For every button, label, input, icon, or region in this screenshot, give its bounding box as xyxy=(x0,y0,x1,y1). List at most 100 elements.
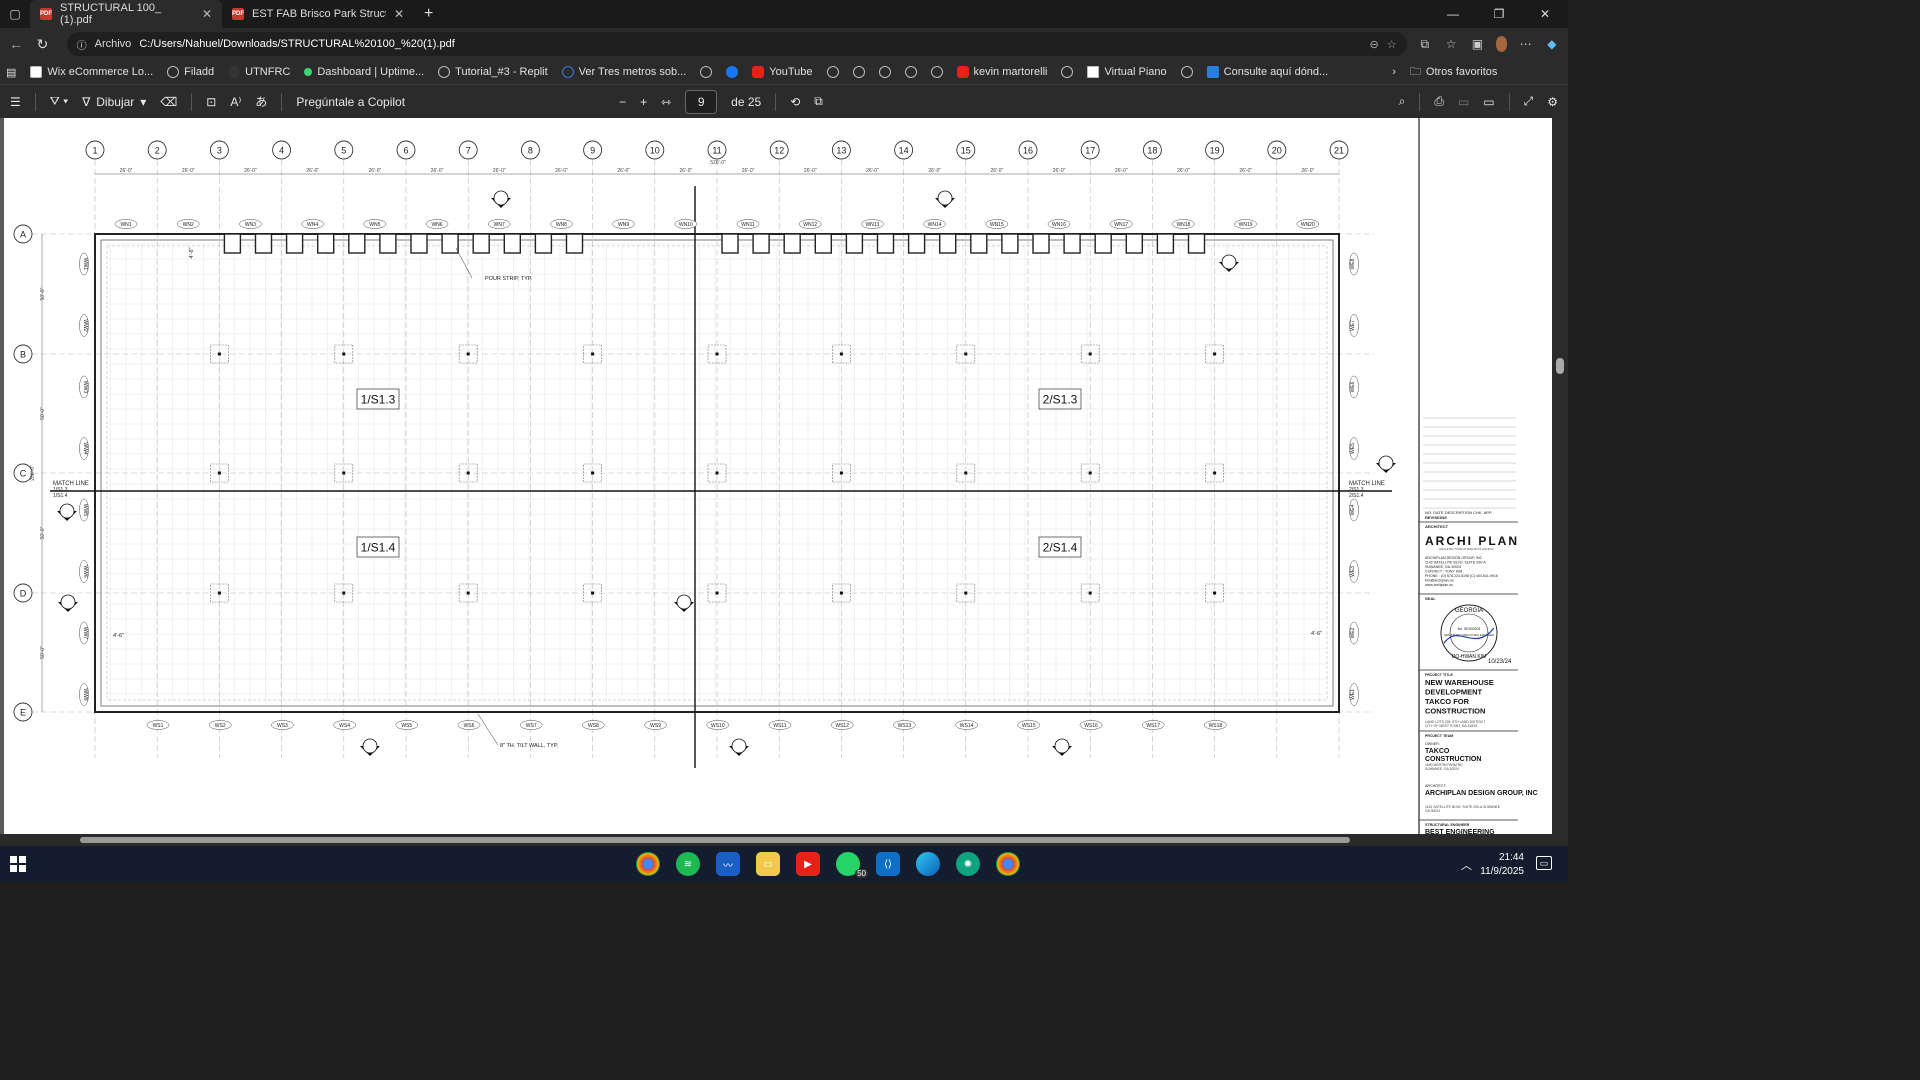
scroll-thumb[interactable] xyxy=(80,837,1350,843)
extensions-icon[interactable]: ⧉ xyxy=(1417,37,1433,52)
more-icon[interactable]: ⋯ xyxy=(1517,37,1533,51)
translate-icon[interactable]: あ xyxy=(255,93,267,110)
close-tab-icon[interactable]: ✕ xyxy=(394,7,404,21)
chatgpt-icon[interactable]: ✺ xyxy=(956,852,980,876)
chrome-profile-icon[interactable] xyxy=(996,852,1020,876)
settings-gear-icon[interactable]: ⚙ xyxy=(1547,95,1558,109)
wall-panel-label: WW8 xyxy=(82,688,88,700)
bookmark-globe[interactable] xyxy=(826,66,839,78)
wall-panel-label: WS18 xyxy=(1209,723,1223,729)
minimize-icon[interactable]: — xyxy=(1430,7,1476,21)
pdf-viewer[interactable]: 1 2 3 4 5 6 7 8 9 10 11 12 13 14 15 16 17 18 19 20 21 A B C D E 26… xyxy=(0,118,1552,834)
scroll-thumb[interactable] xyxy=(1556,358,1564,374)
print-icon[interactable]: ⎙ xyxy=(1434,94,1444,109)
tab-structural[interactable]: PDF STRUCTURAL 100_ (1).pdf ✕ xyxy=(30,0,222,28)
dimension-text: 50'-0" xyxy=(40,407,46,420)
refresh-icon[interactable]: ↻ xyxy=(34,36,50,53)
zoom-out-button[interactable]: − xyxy=(619,95,626,109)
url-field[interactable]: ⓘ Archivo C:/Users/Nahuel/Downloads/STRU… xyxy=(66,32,1407,56)
fit-page-icon[interactable]: ⇿ xyxy=(661,95,671,109)
wall-panel-label: WN15 xyxy=(990,222,1004,228)
copilot-button[interactable]: Pregúntale a Copilot xyxy=(296,95,405,109)
tab-est-fab[interactable]: PDF EST FAB Brisco Park Structurals.pd ✕ xyxy=(222,0,414,28)
maximize-icon[interactable]: ❐ xyxy=(1476,7,1522,21)
favorite-star-icon[interactable]: ☆ xyxy=(1387,38,1397,51)
eraser-icon[interactable]: ⌫ xyxy=(160,95,177,109)
zoom-in-button[interactable]: + xyxy=(640,95,647,109)
bookmark-replit[interactable]: Tutorial_#3 - Replit xyxy=(438,66,548,78)
read-aloud-icon[interactable]: A⁾ xyxy=(230,95,241,109)
column-label: 4 xyxy=(279,146,284,156)
column-label: 2 xyxy=(155,146,160,156)
file-explorer-icon[interactable]: ▭ xyxy=(756,852,780,876)
bookmark-youtube[interactable]: YouTube xyxy=(752,66,813,78)
favorites-icon[interactable]: ☆ xyxy=(1443,37,1459,51)
bookmark-consulte[interactable]: Consulte aquí dónd... xyxy=(1206,66,1328,78)
vscode-icon[interactable]: ⟨⟩ xyxy=(876,852,900,876)
tab-actions-icon[interactable]: ▢ xyxy=(0,7,30,21)
bookmark-tres-metros[interactable]: Ver Tres metros sob... xyxy=(561,66,686,78)
highlight-icon[interactable]: ⛛ ▾ xyxy=(50,94,68,109)
copilot-icon[interactable]: ◆ xyxy=(1544,37,1560,51)
youtube-icon[interactable]: ▶ xyxy=(796,852,820,876)
back-icon[interactable]: ← xyxy=(8,36,24,52)
bookmark-kevin[interactable]: kevin martorelli xyxy=(956,66,1047,78)
bookmark-uptime[interactable]: Dashboard | Uptime... xyxy=(304,66,424,78)
globe-icon xyxy=(930,66,943,78)
globe-icon xyxy=(700,66,713,78)
search-icon[interactable]: ⌕ xyxy=(1399,94,1406,109)
collections-icon[interactable]: ▣ xyxy=(1469,37,1485,51)
steel-column xyxy=(217,591,221,595)
seal-date: 10/23/24 xyxy=(1488,659,1512,665)
page-view-icon[interactable]: ⧉ xyxy=(814,94,823,109)
bookmark-globe[interactable] xyxy=(700,66,713,78)
dock-door xyxy=(379,233,397,254)
rotate-icon[interactable]: ⟲ xyxy=(790,95,800,109)
bookmark-globe[interactable] xyxy=(852,66,865,78)
chrome-icon[interactable] xyxy=(636,852,660,876)
chevron-right-icon[interactable]: › xyxy=(1392,66,1396,78)
new-tab-icon[interactable]: + xyxy=(414,5,443,23)
zoom-icon[interactable]: ⊖ xyxy=(1370,38,1379,51)
bookmark-virtual-piano[interactable]: Virtual Piano xyxy=(1087,66,1167,78)
bookmark-filadd[interactable]: Filadd xyxy=(167,66,214,78)
bookmark-globe[interactable] xyxy=(878,66,891,78)
chevron-up-icon[interactable]: ︿ xyxy=(1461,857,1472,873)
draw-button[interactable]: ∇ Dibujar ▾ xyxy=(82,95,146,109)
wall-panel-label: WS13 xyxy=(898,723,912,729)
whatsapp-icon[interactable]: 50 xyxy=(836,852,868,878)
fullscreen-icon[interactable]: ⤢ xyxy=(1524,94,1534,109)
save-icon[interactable]: ▭ xyxy=(1458,95,1469,109)
spotify-icon[interactable]: ≋ xyxy=(676,852,700,876)
page-number-input[interactable]: 9 xyxy=(685,89,718,114)
text-box-icon[interactable]: ⊡ xyxy=(206,95,216,109)
edge-icon[interactable] xyxy=(916,852,940,876)
contents-icon[interactable]: ☰ xyxy=(10,95,21,109)
close-tab-icon[interactable]: ✕ xyxy=(202,7,212,21)
avatar[interactable] xyxy=(1495,36,1508,52)
other-bookmarks[interactable]: 🗀 Otros favoritos xyxy=(1410,63,1498,82)
horizontal-scrollbar[interactable] xyxy=(0,834,1568,846)
bookmark-label: Filadd xyxy=(184,66,215,78)
dimension-text: 26'-0" xyxy=(1115,168,1128,174)
wall-panel-label: WE8 xyxy=(1350,258,1356,269)
clock[interactable]: 21:44 11/9/2025 xyxy=(1480,851,1524,879)
save-as-icon[interactable]: ▭ xyxy=(1483,95,1494,109)
bookmark-globe[interactable] xyxy=(904,66,917,78)
steel-column xyxy=(591,471,595,475)
dimension-text: 4'-6" xyxy=(113,633,124,639)
vertical-scrollbar[interactable] xyxy=(1552,118,1568,834)
video-icon xyxy=(561,66,574,78)
bookmark-utnfrc[interactable]: UTNFRC xyxy=(228,66,290,78)
sheet-reference-label: 1/S1.4 xyxy=(361,541,396,555)
bookmark-globe[interactable] xyxy=(1061,66,1074,78)
notifications-icon[interactable]: ▭ xyxy=(1536,856,1552,870)
close-window-icon[interactable]: ✕ xyxy=(1522,7,1568,21)
bookmark-facebook[interactable] xyxy=(726,66,739,78)
bookmark-globe[interactable] xyxy=(930,66,943,78)
whiteboard-icon[interactable]: 〰 xyxy=(716,852,740,876)
bookmark-globe[interactable] xyxy=(1180,66,1193,78)
windows-start-icon[interactable] xyxy=(10,856,26,872)
wall-panel-label: WS10 xyxy=(711,723,725,729)
bookmark-wix[interactable]: Wix eCommerce Lo... xyxy=(30,66,153,78)
